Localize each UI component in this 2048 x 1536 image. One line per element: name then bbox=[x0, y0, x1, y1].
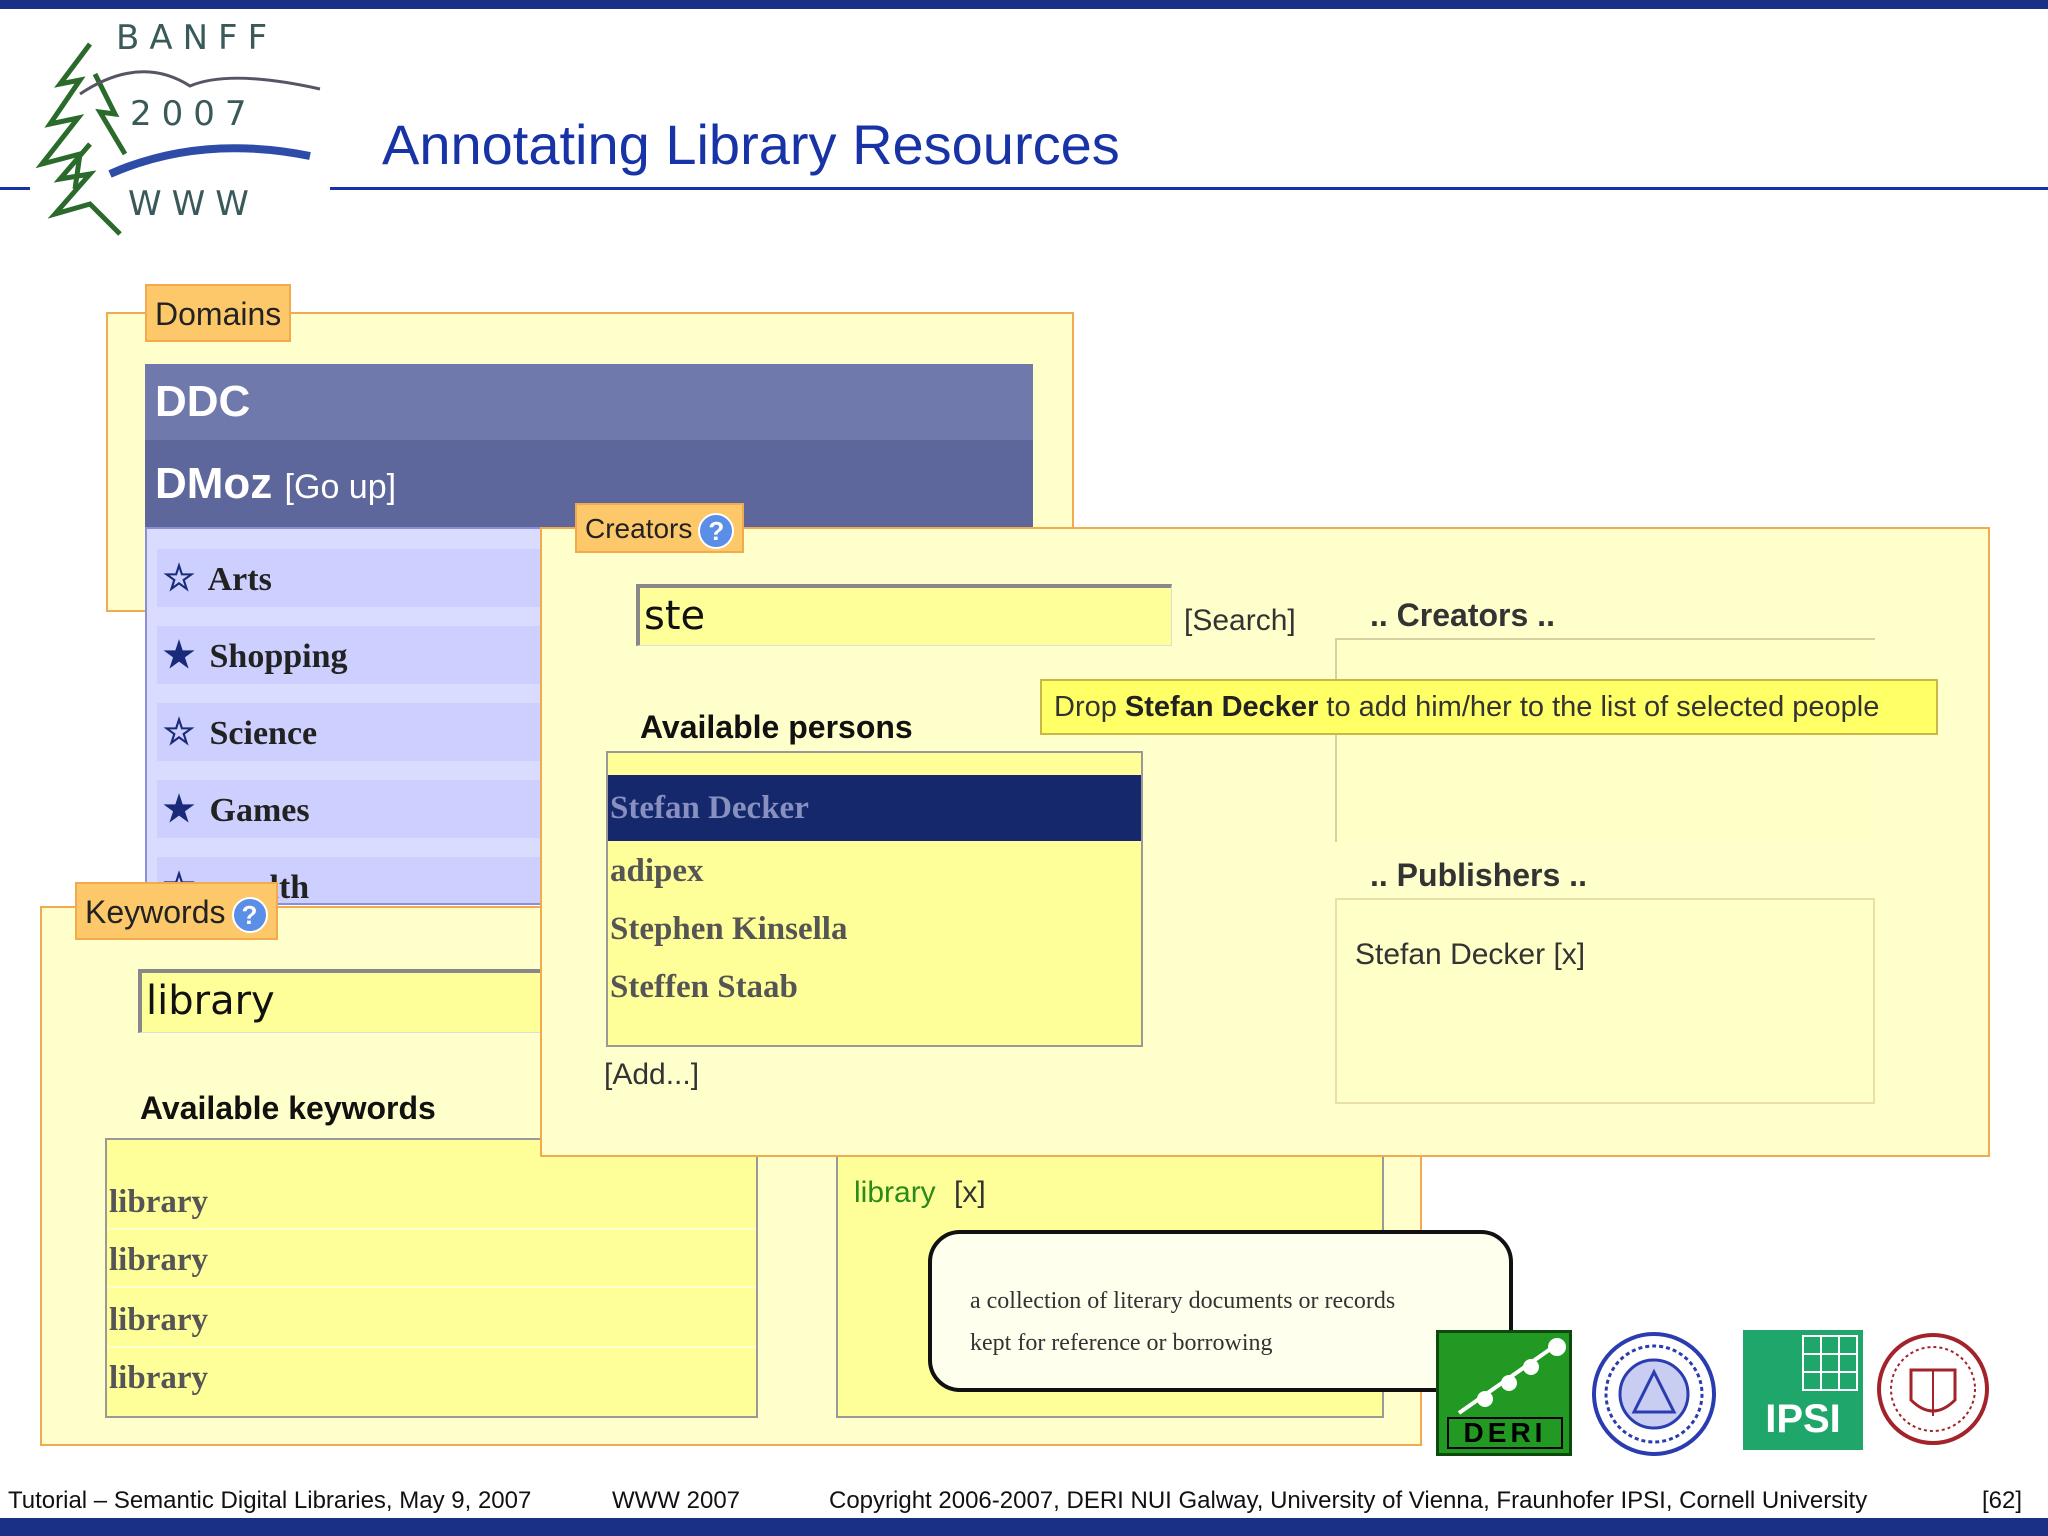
available-keywords-label: Available keywords bbox=[140, 1090, 436, 1126]
creators-drop-zone[interactable] bbox=[1335, 638, 1875, 842]
add-person-link[interactable]: [Add...] bbox=[604, 1058, 699, 1092]
deri-logo-text: DERI bbox=[1447, 1417, 1563, 1449]
drop-hint-prefix: Drop bbox=[1054, 691, 1125, 723]
drop-hint-suffix: to add him/her to the list of selected p… bbox=[1318, 691, 1880, 723]
publisher-item: Stefan Decker [x] bbox=[1355, 938, 1585, 972]
star-filled-icon[interactable]: ★ bbox=[157, 780, 201, 838]
footer-copyright: Copyright 2006-2007, DERI NUI Galway, Un… bbox=[829, 1487, 1868, 1514]
selected-keyword-label: library bbox=[854, 1176, 936, 1209]
publishers-drop-zone[interactable]: Stefan Decker [x] bbox=[1335, 898, 1875, 1104]
publisher-name: Stefan Decker bbox=[1355, 938, 1546, 971]
keywords-legend: Keywords? bbox=[75, 882, 278, 940]
cornell-seal-icon bbox=[1877, 1333, 1989, 1445]
creators-legend-label: Creators bbox=[585, 513, 693, 544]
banff-logo: BANFF 2007 WWW bbox=[20, 14, 325, 244]
vienna-seal-logo bbox=[1590, 1332, 1718, 1456]
selected-keyword-item: library [x] bbox=[854, 1176, 986, 1210]
drop-hint-tooltip: Drop Stefan Decker to add him/her to the… bbox=[1040, 679, 1938, 735]
keywords-legend-label: Keywords bbox=[85, 894, 226, 930]
list-item[interactable]: Steffen Staab bbox=[608, 959, 1141, 1015]
remove-publisher-link[interactable]: [x] bbox=[1553, 938, 1585, 971]
list-item[interactable]: adipex bbox=[608, 843, 1141, 899]
deri-logo: DERI bbox=[1436, 1330, 1572, 1456]
definition-tooltip: a collection of literary documents or re… bbox=[928, 1230, 1513, 1392]
domain-item-label: Arts bbox=[207, 561, 272, 598]
list-item[interactable]: library bbox=[107, 1174, 756, 1230]
star-outline-icon[interactable]: ☆ bbox=[157, 703, 201, 761]
star-filled-icon[interactable]: ★ bbox=[157, 626, 201, 684]
footer-event: WWW 2007 bbox=[612, 1487, 741, 1514]
domain-item-label: Games bbox=[209, 792, 310, 829]
ipsi-grid-icon bbox=[1802, 1335, 1858, 1391]
bottom-bar bbox=[0, 1518, 2048, 1536]
ipsi-logo-text: IPSI bbox=[1765, 1397, 1841, 1441]
available-persons-label: Available persons bbox=[640, 709, 913, 745]
available-keywords-list[interactable]: library library library library bbox=[105, 1138, 758, 1418]
logo-year-text: 2007 bbox=[130, 94, 257, 134]
help-icon[interactable]: ? bbox=[231, 896, 268, 933]
list-item[interactable]: Stephen Kinsella bbox=[608, 901, 1141, 957]
remove-keyword-link[interactable]: [x] bbox=[954, 1176, 986, 1209]
drop-hint-name: Stefan Decker bbox=[1124, 691, 1319, 723]
search-link[interactable]: [Search] bbox=[1184, 604, 1296, 638]
vienna-seal-icon bbox=[1592, 1332, 1716, 1456]
available-persons-list[interactable]: Stefan Decker adipex Stephen Kinsella St… bbox=[606, 751, 1143, 1047]
title-divider bbox=[330, 187, 2048, 190]
creator-search-input[interactable]: ste bbox=[636, 584, 1172, 646]
keyword-search-input[interactable]: library bbox=[138, 969, 558, 1033]
top-bar bbox=[0, 0, 2048, 9]
definition-line-2: kept for reference or borrowing bbox=[970, 1330, 1273, 1356]
footer-page-number: [62] bbox=[1982, 1487, 2023, 1514]
deri-graph-icon bbox=[1457, 1338, 1566, 1415]
list-item-selected[interactable]: Stefan Decker bbox=[608, 775, 1141, 841]
domain-item-label: Shopping bbox=[209, 638, 348, 675]
list-item[interactable]: library bbox=[107, 1350, 756, 1406]
domains-legend: Domains bbox=[145, 284, 292, 342]
dmoz-label: DMoz bbox=[155, 459, 273, 508]
list-item[interactable]: library bbox=[107, 1292, 756, 1348]
publishers-drop-label: .. Publishers .. bbox=[1370, 857, 1587, 893]
definition-line-1: a collection of literary documents or re… bbox=[970, 1288, 1396, 1314]
list-item[interactable]: library bbox=[107, 1232, 756, 1288]
ipsi-logo: IPSI bbox=[1743, 1330, 1863, 1450]
star-outline-icon[interactable]: ☆ bbox=[157, 549, 201, 607]
help-icon[interactable]: ? bbox=[698, 512, 735, 549]
ddc-header[interactable]: DDC bbox=[145, 364, 1033, 440]
footer-tutorial: Tutorial – Semantic Digital Libraries, M… bbox=[8, 1487, 532, 1514]
creators-drop-label: .. Creators .. bbox=[1370, 597, 1555, 633]
cornell-seal-logo bbox=[1876, 1330, 1990, 1448]
domain-item-label: Science bbox=[209, 715, 318, 752]
creators-legend: Creators? bbox=[575, 503, 745, 553]
logo-www-text: WWW bbox=[128, 184, 259, 224]
go-up-link[interactable]: [Go up] bbox=[285, 468, 397, 506]
logo-banff-text: BANFF bbox=[116, 18, 278, 58]
page-title: Annotating Library Resources bbox=[382, 113, 1120, 176]
title-divider-left bbox=[0, 187, 30, 190]
